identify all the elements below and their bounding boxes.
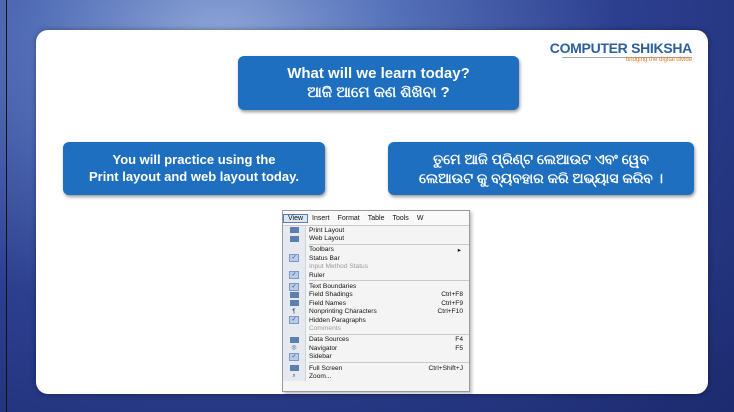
menu-item-sidebar[interactable]: ✓ Sidebar [283,352,469,361]
checkmark-icon: ✓ [289,271,299,280]
computer-shiksha-logo: COMPUTER SHIKSHA bridging the digital di… [549,40,693,63]
english-line-2: Print layout and web layout today. [89,168,299,184]
logo-tagline: bridging the digital divide [625,57,692,63]
english-callout: You will practice using the Print layout… [63,142,325,195]
menu-bar: View Insert Format Table Tools W [283,211,469,226]
odia-line-2: ଲେଆଉଟ କୁ ବ୍ୟବହାର କରି ଅଭ୍ୟାସ କରିବ । [418,169,664,186]
odia-line-1: ତୁମେ ଆଜି ପ୍ରିଣ୍ଟ ଲେଆଉଟ ଏବଂ ୱେବ [433,151,649,168]
menu-item-ruler[interactable]: ✓ Ruler [283,271,469,280]
pilcrow-icon: ¶ [292,308,296,315]
menu-window[interactable]: W [413,215,428,222]
title-english: What will we learn today? [287,64,470,82]
checkmark-icon: ✓ [289,352,299,361]
menu-view[interactable]: View [283,213,309,223]
odia-callout: ତୁମେ ଆଜି ପ୍ରିଣ୍ଟ ଲେଆଉଟ ଏବଂ ୱେବ ଲେଆଉଟ କୁ … [388,142,694,195]
checkmark-icon: ✓ [289,254,299,263]
menu-item-field-names[interactable]: Field Names Ctrl+F9 [283,299,469,307]
data-sources-icon [289,336,299,343]
menu-format[interactable]: Format [334,215,364,222]
menu-item-nonprinting-characters[interactable]: ¶ Nonprinting Characters Ctrl+F10 [283,308,469,316]
menu-insert[interactable]: Insert [308,215,334,222]
menu-tools[interactable]: Tools [388,215,412,222]
menu-item-comments: Comments [309,324,341,332]
english-line-1: You will practice using the [112,151,276,167]
checkmark-icon: ✓ [289,316,299,325]
full-screen-icon [289,365,299,372]
title-callout: What will we learn today? ଆଜି ଆମେ କଣ ଶିଖ… [238,56,519,110]
menu-table[interactable]: Table [364,215,389,222]
menu-item-status-bar[interactable]: ✓ Status Bar [283,254,469,263]
menu-item-input-method-status: Input Method Status [309,263,369,271]
menu-item-toolbars[interactable]: Toolbars ▸ [283,246,469,254]
menu-item-print-layout[interactable]: Print Layout [283,226,469,234]
menu-separator [309,333,469,335]
magnifier-icon: ⌕ [292,373,296,380]
menu-item-field-shadings[interactable]: Field Shadings Ctrl+F8 [283,291,469,299]
menu-item-hidden-paragraphs[interactable]: ✓ Hidden Paragraphs [283,316,469,325]
title-odia: ଆଜି ଆମେ କଣ ଶିଖିବା ? [307,84,450,101]
checkmark-icon: ✓ [289,282,299,291]
menu-item-zoom[interactable]: ⌕ Zoom... [283,372,469,380]
field-names-icon [289,300,299,307]
view-menu-screenshot: View Insert Format Table Tools W Print L… [282,210,470,392]
menu-separator [309,280,469,282]
menu-separator [309,243,469,245]
slide-panel: COMPUTER SHIKSHA bridging the digital di… [36,30,708,394]
menu-item-web-layout[interactable]: Web Layout [283,234,469,242]
view-menu-dropdown: Print Layout Web Layout Toolbars ▸ ✓ Sta… [283,226,469,381]
menu-item-text-boundaries[interactable]: ✓ Text Boundaries [283,282,469,291]
menu-item-data-sources[interactable]: Data Sources F4 [283,336,469,344]
menu-item-navigator[interactable]: ◎ Navigator F5 [283,344,469,352]
submenu-arrow-icon: ▸ [457,246,461,254]
logo-brand: COMPUTER SHIKSHA [549,40,693,56]
print-layout-icon [289,227,299,234]
field-shadings-icon [289,291,299,298]
menu-separator [309,361,469,363]
left-border-line [6,0,7,412]
compass-icon: ◎ [291,345,297,352]
web-layout-icon [289,235,299,242]
menu-item-full-screen[interactable]: Full Screen Ctrl+Shift+J [283,364,469,372]
